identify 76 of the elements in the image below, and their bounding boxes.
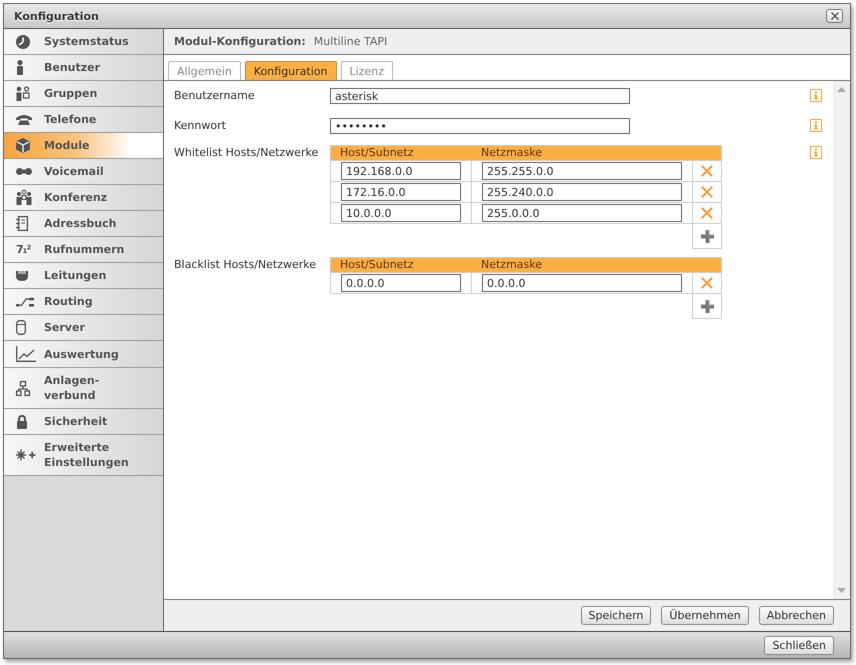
two-people-icon [16,86,30,101]
save-button[interactable]: Speichern [580,606,652,625]
down-arrow-icon[interactable] [837,588,846,593]
info-icon[interactable] [810,119,822,132]
delete-icon[interactable] [701,207,713,219]
close-icon [830,12,838,20]
route-icon [16,296,34,306]
close-dialog-button[interactable]: Schließen [764,636,834,654]
clock-icon [16,34,30,48]
cube-icon [16,138,30,153]
sidebar-item[interactable]: Adressbuch [4,211,163,237]
plug-icon [16,270,28,280]
column-header: Netzmaske [480,258,544,272]
info-icon[interactable] [810,89,822,102]
info-icon[interactable] [810,146,822,159]
field-label: Benutzername [174,88,256,104]
cancel-button[interactable]: Abbrechen [758,606,834,625]
sidebar-item[interactable]: Sicherheit [4,409,163,435]
sidebar-item[interactable]: Systemstatus [4,29,163,55]
sidebar-item[interactable]: Module [4,133,163,159]
sidebar-item[interactable]: Erweiterte Einstellungen [4,435,163,476]
column-header: Netzmaske [480,146,544,160]
lock-icon [16,414,28,428]
sidebar-item[interactable]: Telefone [4,107,163,133]
sidebar-item[interactable]: Anlagen-verbund [4,368,163,409]
delete-icon[interactable] [701,165,713,177]
cassette-icon [16,168,32,175]
apply-button[interactable]: Übernehmen [661,606,749,625]
plus-icon [700,230,714,242]
sidebar-item[interactable]: Konferenz [4,185,163,211]
scrollbar[interactable] [833,81,850,599]
field-label: Blacklist Hosts/Netzwerke [174,257,318,273]
sidebar-item[interactable]: Leitungen [4,263,163,289]
telephone-icon [16,114,32,125]
host-field[interactable]: 0.0.0.0 [341,274,461,292]
numbers-icon: 7₁² [16,242,30,256]
delete-icon[interactable] [701,277,713,289]
window-title: Konfiguration [14,10,99,22]
tab[interactable]: Lizenz [340,61,393,80]
tab[interactable]: Konfiguration [244,61,336,80]
sidebar-item[interactable]: Auswertung [4,341,163,368]
host-field[interactable]: 172.16.0.0 [341,183,461,201]
address-book-icon [16,216,28,231]
line-chart-icon [16,346,36,362]
cylinder-icon [16,320,26,335]
add-row-button[interactable] [692,294,722,319]
column-header: Host/Subnetz [339,258,415,272]
netmask-field[interactable]: 255.0.0.0 [482,204,682,222]
network-icon [16,380,30,396]
delete-icon[interactable] [701,186,713,198]
netmask-field[interactable]: 255.240.0.0 [482,183,682,201]
netmask-field[interactable]: 0.0.0.0 [482,274,682,292]
module-name: Multiline TAPI [314,35,388,48]
sidebar-item[interactable]: Benutzer [4,55,163,81]
plus-icon [700,300,714,312]
person-icon [16,60,24,75]
tab[interactable]: Allgemein [168,61,241,80]
add-row-button[interactable] [692,224,722,249]
sidebar-item[interactable]: Server [4,315,163,341]
sidebar-item[interactable]: Routing [4,289,163,315]
host-field[interactable]: 192.168.0.0 [341,162,461,180]
netmask-field[interactable]: 255.255.0.0 [482,162,682,180]
up-arrow-icon[interactable] [837,87,846,92]
host-field[interactable]: 10.0.0.0 [341,204,461,222]
section-title: Modul-Konfiguration: [174,35,306,48]
field-label: Whitelist Hosts/Netzwerke [174,145,320,161]
sidebar-item[interactable]: Voicemail [4,159,163,185]
field-label: Kennwort [174,118,227,134]
sidebar-item[interactable]: Gruppen [4,81,163,107]
input-field[interactable]: asterisk [330,88,630,104]
sidebar-item[interactable]: 7₁² Rufnummern [4,237,163,263]
column-header: Host/Subnetz [339,146,415,160]
input-field[interactable]: •••••••• [330,118,630,134]
gear-plus-icon [16,449,36,461]
close-button[interactable] [826,9,843,23]
group-icon [16,190,32,205]
